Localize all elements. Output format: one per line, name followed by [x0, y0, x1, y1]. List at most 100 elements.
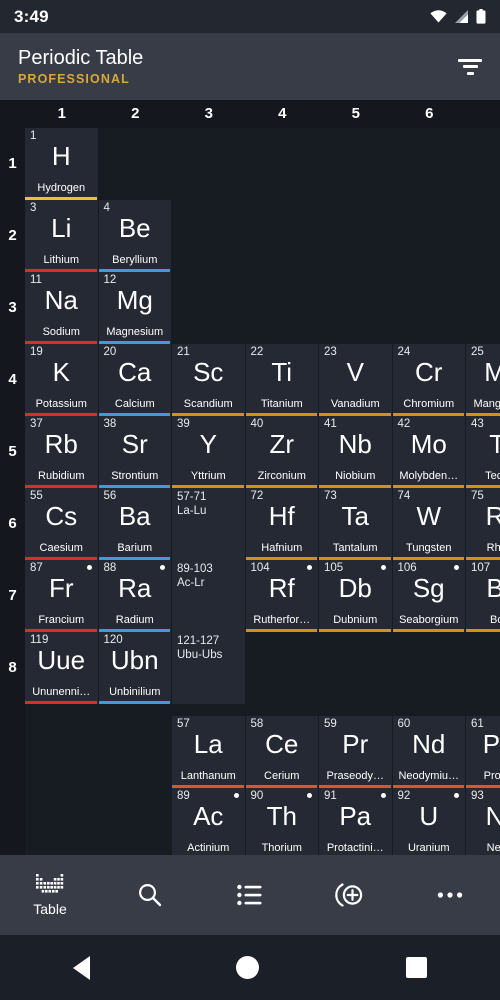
element-symbol: Na [44, 285, 78, 315]
element-cell[interactable]: 19 K Potassium [25, 344, 99, 416]
element-symbol: Mg [116, 285, 153, 315]
element-cell[interactable]: 43TcTech… [466, 416, 500, 488]
element-name: Ununenni… [32, 686, 91, 698]
element-cell[interactable]: 90 Th Thorium [245, 788, 319, 855]
overflow-menu-icon [437, 892, 463, 898]
element-cell[interactable]: 106 Sg Seaborgium [392, 560, 466, 632]
nav-label-table: Table [33, 900, 67, 917]
back-button[interactable] [73, 955, 91, 980]
element-cell[interactable]: 87 Fr Francium [25, 560, 99, 632]
element-cell[interactable]: 61PmProm… [466, 716, 500, 788]
periodic-table-region[interactable]: 1 2 3 4 5 6 1 2 3 4 5 6 7 8 1 H Hydrogen 3 Li Lithium 4 Be B… [0, 100, 500, 855]
wifi-icon [430, 10, 447, 23]
element-cell[interactable]: 93NpNep… [466, 788, 500, 855]
element-cell[interactable]: 4 Be Beryllium [98, 200, 172, 272]
status-bar: 3:49 [0, 0, 500, 33]
element-symbol: Be [118, 213, 151, 243]
element-cell[interactable]: 57 La Lanthanum [172, 716, 246, 788]
element-cell[interactable]: 3 Li Lithium [25, 200, 99, 272]
element-name: Prom… [483, 770, 500, 782]
filter-icon[interactable] [458, 58, 482, 75]
android-navigation-bar [0, 935, 500, 1000]
element-name: Lithium [43, 254, 79, 266]
element-name: Hafnium [261, 542, 303, 554]
element-cell[interactable]: 12 Mg Magnesium [98, 272, 172, 344]
element-cell[interactable]: 22 Ti Titanium [245, 344, 319, 416]
radioactive-icon [380, 565, 386, 570]
element-cell[interactable]: 11 Na Sodium [25, 272, 99, 344]
element-cell[interactable]: 23 V Vanadium [319, 344, 393, 416]
element-symbol: Ra [118, 573, 152, 603]
element-cell[interactable]: 59 Pr Praseody… [319, 716, 393, 788]
element-cell[interactable]: 21 Sc Scandium [172, 344, 246, 416]
series-range-label: Ubu-Ubs [177, 649, 223, 661]
element-cell[interactable]: 39 Y Yttrium [172, 416, 246, 488]
element-cell[interactable]: 60 Nd Neodymiu… [392, 716, 466, 788]
element-cell[interactable]: 72 Hf Hafnium [245, 488, 319, 560]
element-cell[interactable]: 55 Cs Caesium [25, 488, 99, 560]
element-symbol: Nd [412, 729, 446, 759]
element-cell[interactable]: 56 Ba Barium [98, 488, 172, 560]
element-cell[interactable]: 92 U Uranium [392, 788, 466, 855]
element-name: Calcium [114, 398, 155, 410]
element-cell[interactable]: 1 H Hydrogen [25, 128, 99, 200]
element-symbol: Rb [44, 429, 78, 459]
element-cell[interactable]: 88 Ra Radium [98, 560, 172, 632]
series-range-cell[interactable]: 89-103 Ac-Lr [172, 560, 246, 632]
element-symbol: Y [199, 429, 217, 459]
row-header-4: 4 [8, 371, 17, 388]
element-cell[interactable]: 89 Ac Actinium [172, 788, 246, 855]
series-range-cell[interactable]: 57-71 La-Lu [172, 488, 246, 560]
element-name: Molybden… [399, 470, 459, 482]
element-cell[interactable]: 42 Mo Molybden… [392, 416, 466, 488]
filter-bar-1 [458, 58, 482, 62]
element-cell[interactable]: 20 Ca Calcium [98, 344, 172, 416]
element-cell[interactable]: 38 Sr Strontium [98, 416, 172, 488]
column-header-6: 6 [425, 105, 434, 122]
home-button[interactable] [236, 956, 260, 979]
element-cell[interactable]: 119 Uue Ununenni… [25, 632, 99, 704]
recents-button[interactable] [405, 957, 427, 978]
element-name: Radium [115, 614, 154, 626]
element-name: Tungsten [406, 542, 452, 554]
nav-item-isotopes[interactable] [300, 855, 400, 935]
element-cell[interactable]: 41 Nb Niobium [319, 416, 393, 488]
radioactive-icon [86, 565, 92, 570]
element-cell[interactable]: 40 Zr Zirconium [245, 416, 319, 488]
app-bar-titles: Periodic Table PROFESSIONAL [18, 46, 143, 87]
element-cell[interactable]: 105 Db Dubnium [319, 560, 393, 632]
element-name: Yttrium [190, 470, 226, 482]
element-cell[interactable]: 107BhBo… [466, 560, 500, 632]
row-header-7: 7 [8, 587, 17, 604]
nav-item-overflow[interactable] [400, 855, 500, 935]
element-cell[interactable]: 37 Rb Rubidium [25, 416, 99, 488]
element-cell[interactable]: 104 Rf Rutherfor… [245, 560, 319, 632]
row-header-1: 1 [8, 155, 17, 172]
element-symbol: Pa [339, 801, 372, 831]
element-name: Rutherfor… [253, 614, 311, 626]
element-cell[interactable]: 91 Pa Protactini… [319, 788, 393, 855]
element-name: Niobium [335, 470, 376, 482]
isotopes-add-icon [335, 883, 363, 907]
element-cell[interactable]: 58 Ce Cerium [245, 716, 319, 788]
element-symbol: Tc [466, 429, 500, 460]
element-grid[interactable]: 1 H Hydrogen 3 Li Lithium 4 Be Beryllium 11 Na Sodi… [25, 128, 500, 855]
element-symbol: Zr [269, 429, 295, 459]
element-cell[interactable]: 24 Cr Chromium [392, 344, 466, 416]
nav-item-table[interactable]: Table [0, 855, 100, 935]
element-symbol: U [419, 801, 439, 831]
element-cell[interactable]: 120 Ubn Unbinilium [98, 632, 172, 704]
nav-item-search[interactable] [100, 855, 200, 935]
element-cell[interactable]: 74 W Tungsten [392, 488, 466, 560]
nav-item-list[interactable] [200, 855, 300, 935]
series-range-numbers: 89-103 [177, 563, 213, 575]
element-cell[interactable]: 73 Ta Tantalum [319, 488, 393, 560]
element-name: Uranium [407, 842, 450, 854]
element-name: Cerium [264, 770, 300, 782]
element-symbol: Ubn [110, 645, 159, 675]
element-symbol: Bh [466, 573, 500, 604]
cellular-icon [455, 10, 468, 23]
element-cell[interactable]: 25MnManganese [466, 344, 500, 416]
element-cell[interactable]: 75ReRhe… [466, 488, 500, 560]
series-range-cell[interactable]: 121-127 Ubu-Ubs [172, 632, 246, 704]
